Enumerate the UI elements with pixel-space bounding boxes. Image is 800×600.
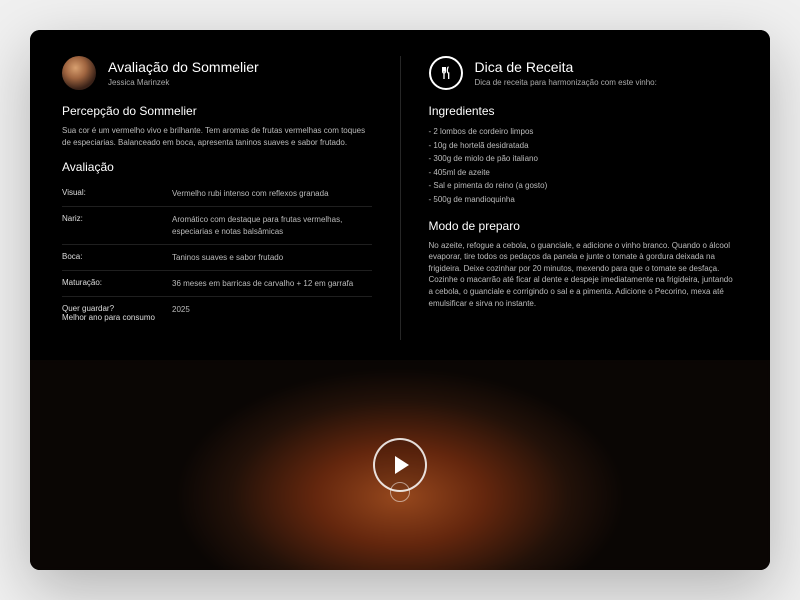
method-title: Modo de preparo xyxy=(429,219,739,233)
eval-value: Aromático com destaque para frutas verme… xyxy=(172,214,372,236)
eval-value: 2025 xyxy=(172,304,190,322)
eval-label: Nariz: xyxy=(62,214,172,236)
table-row: Visual: Vermelho rubi intenso com reflex… xyxy=(62,181,372,207)
eval-value: Taninos suaves e sabor frutado xyxy=(172,252,283,263)
evaluation-table: Visual: Vermelho rubi intenso com reflex… xyxy=(62,181,372,329)
avatar xyxy=(62,56,96,90)
utensils-icon xyxy=(429,56,463,90)
table-row: Boca: Taninos suaves e sabor frutado xyxy=(62,245,372,271)
evaluation-title: Avaliação xyxy=(62,160,372,174)
list-item: - 405ml de azeite xyxy=(429,166,739,180)
secondary-indicator-icon xyxy=(390,482,410,502)
content-card: Avaliação do Sommelier Jessica Marinzek … xyxy=(30,30,770,570)
sommelier-column: Avaliação do Sommelier Jessica Marinzek … xyxy=(62,56,401,340)
list-item: - 10g de hortelã desidratada xyxy=(429,139,739,153)
sommelier-header: Avaliação do Sommelier Jessica Marinzek xyxy=(62,56,372,90)
recipe-title: Dica de Receita xyxy=(475,59,657,76)
eval-label: Quer guardar? Melhor ano para consumo xyxy=(62,304,172,322)
ingredients-list: - 2 lombos de cordeiro limpos - 10g de h… xyxy=(429,125,739,207)
table-row: Maturação: 36 meses em barricas de carva… xyxy=(62,271,372,297)
list-item: - Sal e pimenta do reino (a gosto) xyxy=(429,179,739,193)
recipe-subtitle: Dica de receita para harmonização com es… xyxy=(475,78,657,87)
eval-label: Boca: xyxy=(62,252,172,263)
sommelier-title: Avaliação do Sommelier xyxy=(108,59,259,76)
recipe-column: Dica de Receita Dica de receita para har… xyxy=(401,56,739,340)
list-item: - 2 lombos de cordeiro limpos xyxy=(429,125,739,139)
eval-value: Vermelho rubi intenso com reflexos grana… xyxy=(172,188,329,199)
eval-label: Maturação: xyxy=(62,278,172,289)
perception-body: Sua cor é um vermelho vivo e brilhante. … xyxy=(62,125,372,148)
table-row: Quer guardar? Melhor ano para consumo 20… xyxy=(62,297,372,329)
eval-value: 36 meses em barricas de carvalho + 12 em… xyxy=(172,278,353,289)
recipe-header: Dica de Receita Dica de receita para har… xyxy=(429,56,739,90)
video-area xyxy=(30,360,770,570)
sommelier-author: Jessica Marinzek xyxy=(108,78,259,87)
ingredients-title: Ingredientes xyxy=(429,104,739,118)
list-item: - 300g de miolo de pão italiano xyxy=(429,152,739,166)
top-section: Avaliação do Sommelier Jessica Marinzek … xyxy=(30,30,770,360)
list-item: - 500g de mandioquinha xyxy=(429,193,739,207)
table-row: Nariz: Aromático com destaque para fruta… xyxy=(62,207,372,244)
perception-title: Percepção do Sommelier xyxy=(62,104,372,118)
method-body: No azeite, refogue a cebola, o guanciale… xyxy=(429,240,739,310)
eval-label: Visual: xyxy=(62,188,172,199)
